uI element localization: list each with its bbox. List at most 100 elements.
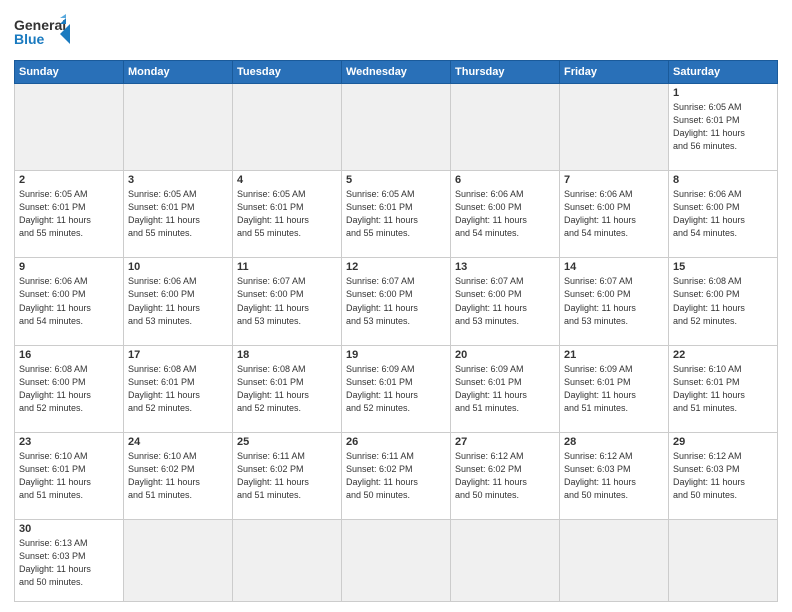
day-info: Sunrise: 6:13 AM Sunset: 6:03 PM Dayligh… xyxy=(19,537,119,589)
day-info: Sunrise: 6:07 AM Sunset: 6:00 PM Dayligh… xyxy=(564,275,664,327)
day-number: 22 xyxy=(673,349,773,361)
calendar-cell xyxy=(560,520,669,602)
day-number: 14 xyxy=(564,261,664,273)
day-number: 26 xyxy=(346,436,446,448)
calendar-cell: 4 Sunrise: 6:05 AM Sunset: 6:01 PM Daylig… xyxy=(233,171,342,258)
day-number: 25 xyxy=(237,436,337,448)
day-number: 1 xyxy=(673,87,773,99)
day-info: Sunrise: 6:10 AM Sunset: 6:01 PM Dayligh… xyxy=(19,450,119,502)
calendar-cell: 16 Sunrise: 6:08 AM Sunset: 6:00 PM Dayli… xyxy=(15,345,124,432)
day-info: Sunrise: 6:05 AM Sunset: 6:01 PM Dayligh… xyxy=(128,188,228,240)
logo-svg: GeneralBlue xyxy=(14,12,74,54)
calendar-cell: 5 Sunrise: 6:05 AM Sunset: 6:01 PM Daylig… xyxy=(342,171,451,258)
day-info: Sunrise: 6:09 AM Sunset: 6:01 PM Dayligh… xyxy=(564,363,664,415)
day-info: Sunrise: 6:10 AM Sunset: 6:01 PM Dayligh… xyxy=(673,363,773,415)
calendar-cell: 17Sunrise: 6:08 AM Sunset: 6:01 PM Dayli… xyxy=(124,345,233,432)
calendar-cell xyxy=(669,520,778,602)
calendar-cell xyxy=(342,84,451,171)
calendar-cell: 11Sunrise: 6:07 AM Sunset: 6:00 PM Dayli… xyxy=(233,258,342,345)
calendar-cell: 14 Sunrise: 6:07 AM Sunset: 6:00 PM Dayli… xyxy=(560,258,669,345)
calendar-cell: 23 Sunrise: 6:10 AM Sunset: 6:01 PM Dayli… xyxy=(15,432,124,519)
calendar-cell: 19 Sunrise: 6:09 AM Sunset: 6:01 PM Dayli… xyxy=(342,345,451,432)
calendar-week-5: 30 Sunrise: 6:13 AM Sunset: 6:03 PM Dayli… xyxy=(15,520,778,602)
day-info: Sunrise: 6:06 AM Sunset: 6:00 PM Dayligh… xyxy=(128,275,228,327)
calendar-cell xyxy=(560,84,669,171)
day-number: 24 xyxy=(128,436,228,448)
calendar-cell: 13 Sunrise: 6:07 AM Sunset: 6:00 PM Dayli… xyxy=(451,258,560,345)
calendar-table: SundayMondayTuesdayWednesdayThursdayFrid… xyxy=(14,60,778,602)
day-info: Sunrise: 6:12 AM Sunset: 6:03 PM Dayligh… xyxy=(564,450,664,502)
day-info: Sunrise: 6:08 AM Sunset: 6:00 PM Dayligh… xyxy=(673,275,773,327)
page: GeneralBlue SundayMondayTuesdayWednesday… xyxy=(0,0,792,612)
calendar-cell: 3 Sunrise: 6:05 AM Sunset: 6:01 PM Daylig… xyxy=(124,171,233,258)
calendar-cell xyxy=(233,520,342,602)
day-info: Sunrise: 6:06 AM Sunset: 6:00 PM Dayligh… xyxy=(455,188,555,240)
day-number: 16 xyxy=(19,349,119,361)
calendar-week-2: 9 Sunrise: 6:06 AM Sunset: 6:00 PM Daylig… xyxy=(15,258,778,345)
calendar-cell: 1Sunrise: 6:05 AM Sunset: 6:01 PM Daylig… xyxy=(669,84,778,171)
calendar-cell xyxy=(342,520,451,602)
day-info: Sunrise: 6:05 AM Sunset: 6:01 PM Dayligh… xyxy=(19,188,119,240)
calendar-cell: 9 Sunrise: 6:06 AM Sunset: 6:00 PM Daylig… xyxy=(15,258,124,345)
calendar-cell: 27 Sunrise: 6:12 AM Sunset: 6:02 PM Dayli… xyxy=(451,432,560,519)
weekday-header-monday: Monday xyxy=(124,61,233,84)
day-info: Sunrise: 6:08 AM Sunset: 6:01 PM Dayligh… xyxy=(237,363,337,415)
day-number: 5 xyxy=(346,174,446,186)
weekday-header-sunday: Sunday xyxy=(15,61,124,84)
logo: GeneralBlue xyxy=(14,12,74,54)
calendar-cell: 10 Sunrise: 6:06 AM Sunset: 6:00 PM Dayli… xyxy=(124,258,233,345)
day-number: 11 xyxy=(237,261,337,273)
calendar-cell xyxy=(451,84,560,171)
day-info: Sunrise: 6:09 AM Sunset: 6:01 PM Dayligh… xyxy=(346,363,446,415)
day-info: Sunrise: 6:05 AM Sunset: 6:01 PM Dayligh… xyxy=(237,188,337,240)
weekday-header-tuesday: Tuesday xyxy=(233,61,342,84)
day-info: Sunrise: 6:08 AM Sunset: 6:00 PM Dayligh… xyxy=(19,363,119,415)
calendar-cell: 2 Sunrise: 6:05 AM Sunset: 6:01 PM Daylig… xyxy=(15,171,124,258)
weekday-header-wednesday: Wednesday xyxy=(342,61,451,84)
calendar-cell: 15Sunrise: 6:08 AM Sunset: 6:00 PM Dayli… xyxy=(669,258,778,345)
day-number: 23 xyxy=(19,436,119,448)
calendar-cell xyxy=(15,84,124,171)
calendar-week-3: 16 Sunrise: 6:08 AM Sunset: 6:00 PM Dayli… xyxy=(15,345,778,432)
calendar-week-4: 23 Sunrise: 6:10 AM Sunset: 6:01 PM Dayli… xyxy=(15,432,778,519)
day-info: Sunrise: 6:05 AM Sunset: 6:01 PM Dayligh… xyxy=(346,188,446,240)
day-info: Sunrise: 6:10 AM Sunset: 6:02 PM Dayligh… xyxy=(128,450,228,502)
day-number: 19 xyxy=(346,349,446,361)
day-number: 10 xyxy=(128,261,228,273)
calendar-cell: 20Sunrise: 6:09 AM Sunset: 6:01 PM Dayli… xyxy=(451,345,560,432)
day-number: 7 xyxy=(564,174,664,186)
weekday-header-friday: Friday xyxy=(560,61,669,84)
calendar-cell: 21 Sunrise: 6:09 AM Sunset: 6:01 PM Dayli… xyxy=(560,345,669,432)
calendar-cell: 6 Sunrise: 6:06 AM Sunset: 6:00 PM Daylig… xyxy=(451,171,560,258)
day-info: Sunrise: 6:06 AM Sunset: 6:00 PM Dayligh… xyxy=(673,188,773,240)
day-info: Sunrise: 6:06 AM Sunset: 6:00 PM Dayligh… xyxy=(564,188,664,240)
day-number: 9 xyxy=(19,261,119,273)
day-info: Sunrise: 6:06 AM Sunset: 6:00 PM Dayligh… xyxy=(19,275,119,327)
calendar-cell: 18Sunrise: 6:08 AM Sunset: 6:01 PM Dayli… xyxy=(233,345,342,432)
day-number: 20 xyxy=(455,349,555,361)
day-number: 21 xyxy=(564,349,664,361)
day-info: Sunrise: 6:12 AM Sunset: 6:02 PM Dayligh… xyxy=(455,450,555,502)
day-number: 13 xyxy=(455,261,555,273)
day-number: 30 xyxy=(19,523,119,535)
day-info: Sunrise: 6:07 AM Sunset: 6:00 PM Dayligh… xyxy=(455,275,555,327)
header: GeneralBlue xyxy=(14,12,778,54)
day-number: 4 xyxy=(237,174,337,186)
day-number: 28 xyxy=(564,436,664,448)
day-number: 2 xyxy=(19,174,119,186)
day-info: Sunrise: 6:11 AM Sunset: 6:02 PM Dayligh… xyxy=(346,450,446,502)
calendar-cell: 7 Sunrise: 6:06 AM Sunset: 6:00 PM Daylig… xyxy=(560,171,669,258)
calendar-cell: 24 Sunrise: 6:10 AM Sunset: 6:02 PM Dayli… xyxy=(124,432,233,519)
day-number: 3 xyxy=(128,174,228,186)
day-number: 27 xyxy=(455,436,555,448)
weekday-header-thursday: Thursday xyxy=(451,61,560,84)
calendar-cell: 25Sunrise: 6:11 AM Sunset: 6:02 PM Dayli… xyxy=(233,432,342,519)
day-info: Sunrise: 6:08 AM Sunset: 6:01 PM Dayligh… xyxy=(128,363,228,415)
day-number: 6 xyxy=(455,174,555,186)
calendar-cell xyxy=(124,520,233,602)
day-number: 12 xyxy=(346,261,446,273)
day-number: 29 xyxy=(673,436,773,448)
calendar-cell: 12Sunrise: 6:07 AM Sunset: 6:00 PM Dayli… xyxy=(342,258,451,345)
calendar-cell: 28 Sunrise: 6:12 AM Sunset: 6:03 PM Dayli… xyxy=(560,432,669,519)
calendar-cell xyxy=(124,84,233,171)
